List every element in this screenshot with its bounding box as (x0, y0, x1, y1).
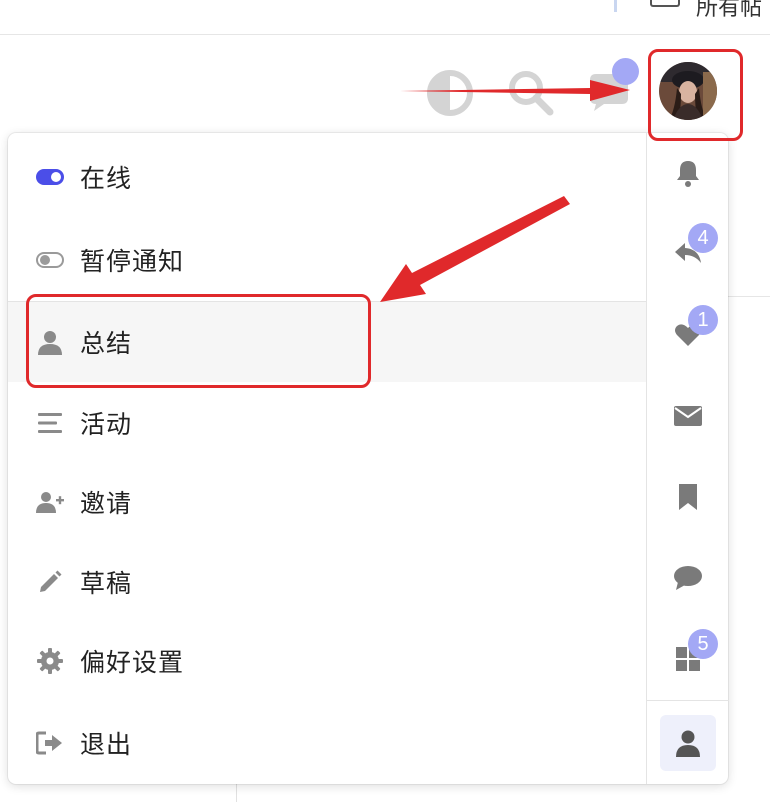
menu-item-pause-notifications[interactable]: 暂停通知 (8, 220, 646, 300)
comment-icon (674, 566, 702, 590)
tab-label-all-posts[interactable]: 所有帖 (696, 0, 762, 22)
user-icon (676, 730, 700, 757)
menu-item-label: 在线 (80, 164, 133, 193)
gear-icon (36, 647, 64, 675)
reply-count-badge: 4 (688, 223, 718, 253)
menu-item-activity[interactable]: 活动 (8, 383, 646, 463)
list-icon (36, 409, 64, 437)
rail-apps[interactable]: 5 (660, 629, 718, 687)
user-menu: 在线 暂停通知 总结 活动 邀请 草稿 偏好设置 退出 (8, 133, 646, 784)
menu-item-preferences[interactable]: 偏好设置 (8, 621, 646, 701)
rail-notifications[interactable] (660, 145, 716, 201)
annotation-box-summary (26, 294, 371, 388)
annotation-box-avatar (648, 49, 743, 141)
menu-item-label: 活动 (80, 410, 133, 439)
menu-item-online[interactable]: 在线 (8, 137, 646, 217)
menu-item-label: 草稿 (80, 569, 133, 598)
menu-item-label: 偏好设置 (80, 648, 185, 677)
quick-access-rail: 4 1 5 (646, 133, 729, 784)
notification-dot (612, 58, 639, 85)
menu-item-drafts[interactable]: 草稿 (8, 542, 646, 622)
like-count-badge: 1 (688, 305, 718, 335)
pencil-icon (36, 568, 64, 596)
apps-count-badge: 5 (688, 629, 718, 659)
theme-toggle-icon[interactable] (427, 70, 473, 116)
menu-item-invite[interactable]: 邀请 (8, 462, 646, 542)
rail-bookmarks[interactable] (660, 469, 716, 525)
sign-out-icon (36, 729, 64, 757)
rail-chat[interactable] (660, 550, 716, 606)
menu-item-label: 邀请 (80, 489, 133, 518)
bookmark-icon (679, 484, 697, 510)
rail-messages[interactable] (660, 388, 716, 444)
menu-item-label: 退出 (80, 730, 133, 759)
user-plus-icon (36, 488, 64, 516)
rail-replies[interactable]: 4 (660, 223, 718, 281)
rail-divider (647, 700, 729, 701)
bell-icon (677, 161, 699, 187)
rail-likes[interactable]: 1 (660, 305, 718, 363)
toggle-on-icon (36, 163, 64, 191)
toggle-off-icon (36, 246, 64, 274)
envelope-icon (674, 406, 702, 426)
bg-divider (728, 296, 770, 297)
search-icon[interactable] (506, 68, 554, 116)
rail-profile[interactable] (660, 715, 716, 771)
bg-column-line (236, 782, 237, 802)
tab-icon[interactable] (650, 0, 680, 7)
top-bar: 所有帖 (0, 0, 770, 35)
user-menu-panel: 在线 暂停通知 总结 活动 邀请 草稿 偏好设置 退出 4 1 5 (8, 133, 729, 784)
menu-item-label: 暂停通知 (80, 247, 185, 276)
menu-item-logout[interactable]: 退出 (8, 703, 646, 783)
top-divider (614, 0, 617, 12)
